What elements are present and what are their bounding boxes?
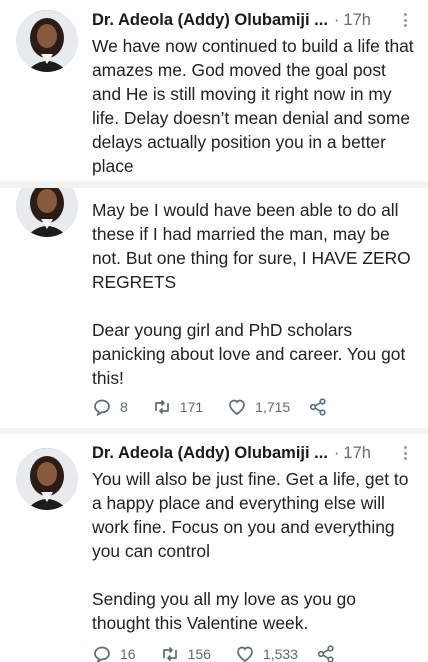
like-button[interactable]: 1,715 [227, 397, 290, 417]
avatar[interactable] [16, 448, 78, 510]
heart-icon [237, 646, 253, 662]
tweet-actions: 16 156 1,533 [92, 644, 368, 662]
tweet-actions: 8 171 1,715 [92, 397, 360, 417]
share-button[interactable] [316, 644, 344, 662]
reply-icon [94, 646, 110, 662]
tweet-time[interactable]: 17h [343, 444, 371, 463]
header-separator: · [333, 443, 340, 462]
tweet-text: We have now continued to build a life th… [92, 36, 419, 176]
more-options-icon[interactable] [396, 12, 414, 28]
author-name[interactable]: Dr. Adeola (Addy) Olubamiji ... [92, 11, 328, 30]
tweet-header: Dr. Adeola (Addy) Olubamiji ... · 17h [92, 441, 414, 465]
reply-count: 8 [120, 399, 128, 415]
tweet-card[interactable]: May be I would have been able to do all … [0, 188, 428, 428]
retweet-button[interactable]: 171 [152, 397, 203, 417]
reply-icon [94, 399, 110, 417]
reply-button[interactable]: 8 [92, 397, 128, 417]
retweet-icon [162, 646, 177, 662]
avatar[interactable] [16, 10, 78, 72]
more-options-icon[interactable] [396, 445, 414, 461]
retweet-count: 156 [187, 646, 211, 662]
share-icon [310, 398, 326, 416]
reply-count: 16 [120, 646, 136, 662]
heart-icon [229, 399, 246, 416]
tweet-header: Dr. Adeola (Addy) Olubamiji ... · 17h [92, 8, 414, 32]
tweet-time[interactable]: 17h [343, 11, 371, 30]
reply-button[interactable]: 16 [92, 644, 136, 662]
header-separator: · [333, 10, 340, 29]
share-icon [317, 645, 334, 662]
share-button[interactable] [308, 397, 336, 417]
like-button[interactable]: 1,533 [235, 644, 298, 662]
tweet-card[interactable]: Dr. Adeola (Addy) Olubamiji ... · 17h We… [0, 0, 428, 181]
avatar[interactable] [16, 188, 78, 237]
tweet-text: You will also be just fine. Get a life, … [92, 469, 409, 633]
tweet-card[interactable]: Dr. Adeola (Addy) Olubamiji ... · 17h Yo… [0, 434, 428, 662]
like-count: 1,715 [255, 399, 291, 415]
tweet-text: May be I would have been able to do all … [92, 200, 411, 388]
retweet-button[interactable]: 156 [160, 644, 211, 662]
author-name[interactable]: Dr. Adeola (Addy) Olubamiji ... [92, 444, 328, 463]
retweet-icon [154, 399, 169, 415]
retweet-count: 171 [179, 399, 204, 415]
like-count: 1,533 [262, 646, 298, 662]
